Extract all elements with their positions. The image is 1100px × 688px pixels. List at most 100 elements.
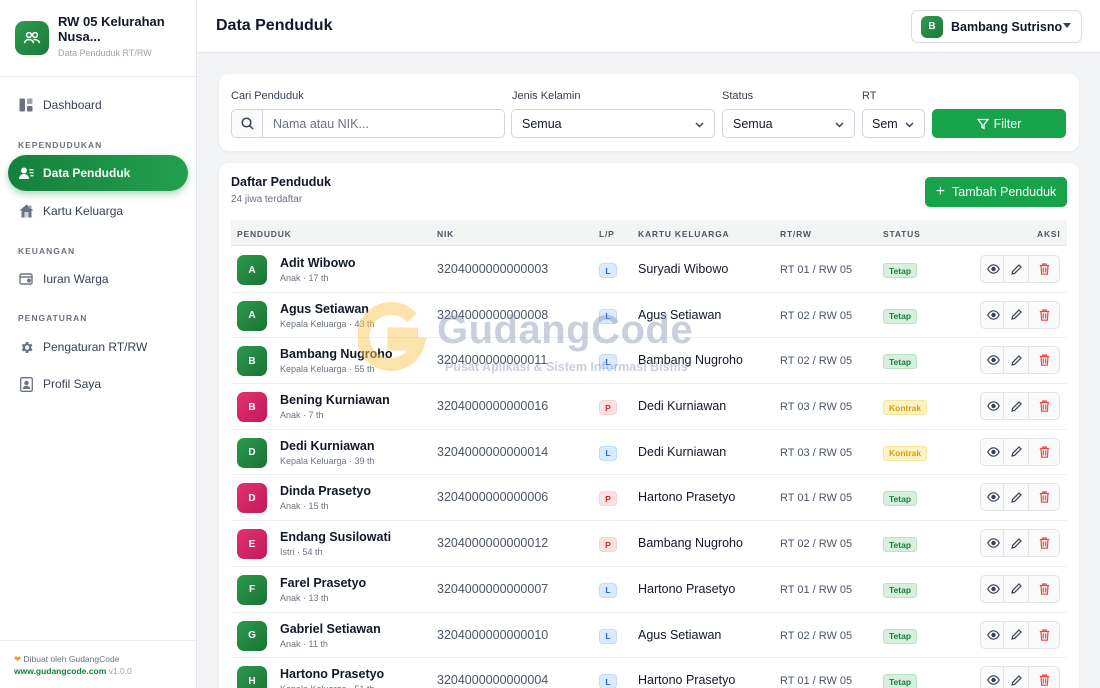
pencil-icon	[1010, 674, 1022, 686]
edit-button[interactable]	[1003, 346, 1029, 375]
table-row[interactable]: A Adit Wibowo Anak · 17 th 3204000000000003…	[231, 247, 1067, 293]
trash-icon	[1039, 354, 1049, 367]
delete-button[interactable]	[1028, 255, 1060, 283]
delete-button[interactable]	[1028, 483, 1060, 512]
nik-cell: 3204000000000004	[437, 673, 549, 688]
resident-name[interactable]: Dinda Prasetyo	[280, 484, 371, 498]
delete-button[interactable]	[1028, 437, 1060, 466]
delete-button[interactable]	[1028, 620, 1060, 649]
resident-name[interactable]: Endang Susilowati	[280, 530, 391, 544]
table-row[interactable]: D Dedi Kurniawan Kepala Keluarga · 39 th 32…	[231, 430, 1067, 476]
edit-button[interactable]	[1003, 255, 1029, 283]
eye-icon	[986, 446, 1000, 457]
page-title: Data Penduduk	[216, 17, 333, 34]
sidebar-item-label: Kartu Keluarga	[43, 204, 124, 218]
eye-icon	[986, 355, 1000, 366]
edit-button[interactable]	[1003, 666, 1029, 688]
column-header[interactable]: KARTU KELUARGA	[638, 229, 729, 239]
edit-button[interactable]	[1003, 300, 1029, 329]
status-label: Status	[722, 90, 754, 102]
column-header[interactable]: RT/RW	[780, 229, 812, 239]
delete-button[interactable]	[1028, 346, 1060, 375]
search-input[interactable]	[263, 110, 493, 137]
rtrw-cell: RT 01 / RW 05	[780, 492, 853, 505]
avatar: B	[921, 15, 943, 38]
resident-name[interactable]: Adit Wibowo	[280, 256, 356, 270]
status-select-value: Semua	[733, 116, 773, 131]
sidebar-item-dashboard[interactable]: Dashboard	[8, 87, 188, 123]
table-row[interactable]: B Bening Kurniawan Anak · 7 th 320400000000…	[231, 384, 1067, 430]
column-header[interactable]: L/P	[599, 229, 615, 239]
sidebar-item-data-penduduk[interactable]: Data Penduduk	[8, 155, 188, 191]
table-row[interactable]: E Endang Susilowati Istri · 54 th 320400000…	[231, 521, 1067, 567]
edit-button[interactable]	[1003, 574, 1029, 603]
table-row[interactable]: A Agus Setiawan Kepala Keluarga · 43 th 320…	[231, 293, 1067, 339]
gender-badge: L	[599, 674, 617, 688]
eye-icon	[986, 492, 1000, 503]
delete-button[interactable]	[1028, 666, 1060, 688]
rtrw-cell: RT 03 / RW 05	[780, 401, 853, 414]
resident-name[interactable]: Gabriel Setiawan	[280, 622, 381, 636]
sidebar-item-iuran-warga[interactable]: Iuran Warga	[8, 261, 188, 297]
chevron-down-icon	[905, 122, 914, 128]
gender-badge: L	[599, 582, 617, 598]
gender-badge: L	[599, 445, 617, 461]
resident-name[interactable]: Farel Prasetyo	[280, 576, 366, 590]
delete-button[interactable]	[1028, 574, 1060, 603]
add-resident-button[interactable]: + Tambah Penduduk	[925, 177, 1067, 207]
table-row[interactable]: B Bambang Nugroho Kepala Keluarga · 55 th 3…	[231, 338, 1067, 385]
pencil-icon	[1010, 400, 1022, 412]
resident-role: Kepala Keluarga · 51 th	[280, 684, 375, 688]
add-resident-label: Tambah Penduduk	[952, 185, 1057, 199]
resident-name[interactable]: Dedi Kurniawan	[280, 439, 374, 453]
column-header[interactable]: NIK	[437, 229, 454, 239]
table-row[interactable]: F Farel Prasetyo Anak · 13 th 3204000000000…	[231, 567, 1067, 613]
app-subtitle: Data Penduduk RT/RW	[58, 48, 152, 58]
table-row[interactable]: D Dinda Prasetyo Anak · 15 th 3204000000000…	[231, 475, 1067, 522]
resident-name[interactable]: Bening Kurniawan	[280, 393, 390, 407]
gender-badge: L	[599, 354, 617, 370]
user-name: Bambang Sutrisno	[951, 19, 1063, 34]
brand[interactable]: RW 05 Kelurahan Nusa... Data Penduduk RT…	[0, 0, 196, 77]
search-icon	[232, 110, 263, 137]
trash-icon	[1039, 674, 1049, 686]
status-select[interactable]: Semua	[722, 109, 855, 138]
resident-name[interactable]: Hartono Prasetyo	[280, 667, 384, 681]
dashboard-icon	[18, 97, 34, 113]
rt-select[interactable]: Sem	[862, 109, 925, 138]
delete-button[interactable]	[1028, 300, 1060, 329]
avatar: D	[237, 483, 267, 514]
section-kependudukan: KEPENDUDUKAN	[18, 140, 103, 150]
delete-button[interactable]	[1028, 529, 1060, 558]
column-header[interactable]: STATUS	[883, 229, 921, 239]
rtrw-cell: RT 02 / RW 05	[780, 309, 853, 322]
sidebar-item-pengaturan[interactable]: Pengaturan RT/RW	[8, 329, 188, 365]
heart-icon: ❤	[14, 654, 22, 664]
pencil-icon	[1010, 446, 1022, 458]
sidebar-item-profil[interactable]: Profil Saya	[8, 366, 188, 402]
edit-button[interactable]	[1003, 437, 1029, 466]
nik-cell: 3204000000000011	[437, 353, 548, 368]
edit-button[interactable]	[1003, 392, 1029, 421]
filter-button[interactable]: Filter	[932, 109, 1066, 138]
gender-select[interactable]: Semua	[511, 109, 715, 138]
resident-name[interactable]: Bambang Nugroho	[280, 347, 393, 361]
avatar: G	[237, 620, 267, 651]
delete-button[interactable]	[1028, 392, 1060, 421]
credit-link[interactable]: www.gudangcode.com	[14, 666, 106, 676]
resident-name[interactable]: Agus Setiawan	[280, 302, 369, 316]
edit-button[interactable]	[1003, 620, 1029, 649]
sidebar-item-kartu-keluarga[interactable]: Kartu Keluarga	[8, 193, 188, 229]
family-card-cell: Hartono Prasetyo	[638, 673, 736, 688]
table-row[interactable]: H Hartono Prasetyo Kepala Keluarga · 51 th…	[231, 658, 1067, 688]
column-header[interactable]: PENDUDUK	[237, 229, 292, 239]
gear-icon	[18, 339, 34, 355]
table-row[interactable]: G Gabriel Setiawan Anak · 11 th 32040000000…	[231, 613, 1067, 659]
resident-list-panel: Daftar Penduduk 24 jiwa terdaftar + Tamb…	[219, 163, 1079, 688]
nik-cell: 3204000000000014	[437, 444, 549, 459]
edit-button[interactable]	[1003, 529, 1029, 558]
pencil-icon	[1010, 263, 1022, 275]
edit-button[interactable]	[1003, 483, 1029, 512]
user-menu-button[interactable]: B Bambang Sutrisno	[911, 10, 1082, 43]
version-text: v1.0.0	[108, 666, 132, 676]
